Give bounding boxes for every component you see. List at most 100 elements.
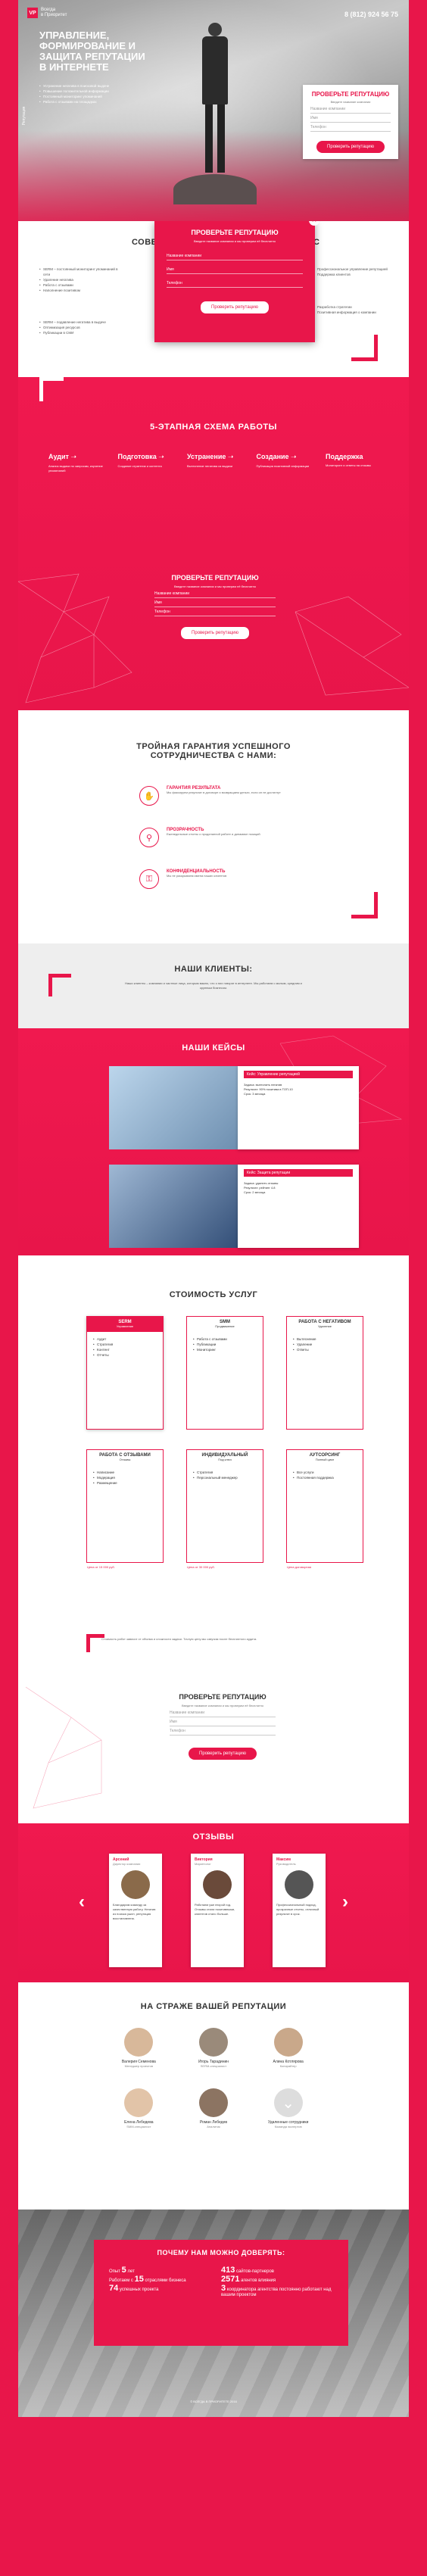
guarantee-title-line-1: ТРОЙНАЯ ГАРАНТИЯ УСПЕШНОГО bbox=[136, 742, 291, 751]
form3-name-input[interactable]: Имя bbox=[170, 1717, 276, 1726]
review-card: Арсений Директор компании Благодарим ком… bbox=[109, 1854, 162, 1967]
pricing-card[interactable]: АУТСОРСИНГ Полный цикл Все услуги Постоя… bbox=[286, 1449, 363, 1569]
scheme-submit-button[interactable]: Проверить репутацию bbox=[180, 626, 250, 640]
sovet-item: SERM – подавление негатива в выдаче bbox=[39, 320, 119, 325]
review-text: Профессиональный подход, прозрачные отче… bbox=[276, 1903, 319, 1916]
clients-text: Наши клиенты – компании и частные лица, … bbox=[125, 981, 302, 990]
why-pre: Работаем с bbox=[109, 2278, 133, 2283]
pricing-grid: SERM Управление Аудит Стратегия Контент … bbox=[86, 1316, 363, 1569]
corner-accent bbox=[374, 335, 378, 360]
pricing-card[interactable]: РАБОТА С НЕГАТИВОМ Удаление Вытеснение У… bbox=[286, 1316, 363, 1430]
step-name: Подготовка bbox=[117, 453, 157, 460]
step-text: Анализ выдачи по запросам, изучение упом… bbox=[48, 464, 103, 472]
reviews-prev-button[interactable]: ‹ bbox=[79, 1891, 85, 1913]
form3-phone-input[interactable]: Телефон bbox=[170, 1726, 276, 1736]
form3: ПРОВЕРЬТЕ РЕПУТАЦИЮ Введите название ком… bbox=[170, 1693, 276, 1760]
chevron-down-icon: ⌄ bbox=[273, 2088, 303, 2117]
case-image bbox=[109, 1066, 238, 1149]
plan-item: Модерация bbox=[93, 1475, 157, 1480]
corner-accent bbox=[48, 974, 71, 978]
pricing-card[interactable]: SERM Управление Аудит Стратегия Контент … bbox=[86, 1316, 164, 1430]
sovet-item: Работа с отзывами bbox=[39, 282, 119, 288]
modal-close-icon[interactable]: × bbox=[309, 221, 319, 226]
review-card: Максим Руководитель Профессиональный под… bbox=[273, 1854, 326, 1967]
sovet-item: Публикации в СМИ bbox=[39, 330, 119, 335]
pricing-card[interactable]: РАБОТА С ОТЗЫВАМИ Отзывы Написание Модер… bbox=[86, 1449, 164, 1569]
pricing-card[interactable]: SMM Продвижение Работа с отзывами Публик… bbox=[186, 1316, 263, 1430]
step-arrow-icon: Устранение ➝ bbox=[187, 453, 234, 460]
scheme-step: Поддержка Мониторинг и ответы на отзывы bbox=[326, 453, 386, 473]
hero-title: УПРАВЛЕНИЕ, ФОРМИРОВАНИЕ И ЗАЩИТА РЕПУТА… bbox=[39, 30, 145, 73]
case-card: Кейс: Защита репутации Задача: удалить о… bbox=[109, 1165, 359, 1248]
modal-submit-button[interactable]: Проверить репутацию bbox=[200, 301, 270, 314]
sovet-item: Профессиональное управление репутацией bbox=[313, 267, 393, 272]
why-text: успешных проекта bbox=[119, 2288, 159, 2292]
hero-section: VP Всегда в Приоритет 8 (812) 924 56 75 … bbox=[18, 0, 409, 221]
corner-accent bbox=[374, 892, 378, 918]
corner-accent bbox=[39, 377, 64, 381]
step-text: Публикация позитивной информации bbox=[256, 464, 310, 468]
form-section: ПРОВЕРЬТЕ РЕПУТАЦИЮ Введите название ком… bbox=[18, 1672, 409, 1823]
scheme-step: Аудит ➝ Анализ выдачи по запросам, изуче… bbox=[48, 453, 109, 473]
sovet-col-2: SERM – подавление негатива в выдаче Опти… bbox=[39, 320, 119, 335]
avatar bbox=[285, 1870, 313, 1899]
modal-title: ПРОВЕРЬТЕ РЕПУТАЦИЮ bbox=[191, 229, 279, 236]
reviews-next-button[interactable]: › bbox=[342, 1891, 348, 1913]
sovet-item: Разработка стратегии bbox=[313, 304, 393, 310]
logo-icon: VP bbox=[27, 8, 38, 18]
scheme-name-input[interactable]: Имя bbox=[154, 598, 276, 607]
logo[interactable]: VP Всегда в Приоритет bbox=[27, 8, 67, 18]
modal-company-input[interactable]: Название компании bbox=[167, 251, 303, 260]
scheme-company-input[interactable]: Название компании bbox=[154, 589, 276, 598]
why-left: Опыт 5 лет Работаем с 15 отраслями бизне… bbox=[109, 2266, 210, 2297]
modal-phone-input[interactable]: Телефон bbox=[167, 279, 303, 288]
team-member: Роман Лебедев Аналитик bbox=[176, 2088, 251, 2129]
scheme-step: Создание ➝ Публикация позитивной информа… bbox=[257, 453, 317, 473]
sovet-item: Оптимизация ресурсов bbox=[39, 325, 119, 330]
phone-number[interactable]: 8 (812) 924 56 75 bbox=[344, 11, 398, 18]
hero-submit-button[interactable]: Проверить репутацию bbox=[316, 141, 385, 153]
step-name: Создание bbox=[256, 453, 289, 460]
scheme-form: ПРОВЕРЬТЕ РЕПУТАЦИЮ Введите название ком… bbox=[154, 574, 276, 640]
reviews-title: ОТЗЫВЫ bbox=[192, 1832, 235, 1842]
plan-price: Цена договорная bbox=[287, 1565, 312, 1569]
footer: © ВСЕГДА В ПРИОРИТЕТЕ 2016 bbox=[18, 2393, 409, 2406]
scheme-step: Подготовка ➝ Создание стратегии и контен… bbox=[118, 453, 179, 473]
sovet-col-1: SERM – постоянный мониторинг упоминаний … bbox=[39, 267, 119, 293]
plan-item: Стратегия bbox=[93, 1342, 157, 1347]
why-number: 5 bbox=[121, 2266, 126, 2275]
scheme-steps: Аудит ➝ Анализ выдачи по запросам, изуче… bbox=[48, 453, 386, 473]
sovet-item: Наполнение позитивом bbox=[39, 288, 119, 293]
plan-item: Персональный менеджер bbox=[193, 1475, 257, 1480]
form3-submit-button[interactable]: Проверить репутацию bbox=[189, 1748, 257, 1760]
modal-dialog: × ПРОВЕРЬТЕ РЕПУТАЦИЮ Введите название к… bbox=[154, 221, 319, 342]
clients-title: НАШИ КЛИЕНТЫ: bbox=[174, 965, 253, 974]
form3-title: ПРОВЕРЬТЕ РЕПУТАЦИЮ bbox=[179, 1693, 266, 1701]
pricing-card[interactable]: ИНДИВИДУАЛЬНЫЙ Под ключ Стратегия Персон… bbox=[186, 1449, 263, 1569]
member-role: SERM-специалист bbox=[200, 2064, 227, 2068]
avatar bbox=[273, 2028, 303, 2057]
case-head: Кейс: Защита репутации bbox=[244, 1169, 353, 1177]
team-member: Алина Котлярова Копирайтер bbox=[251, 2028, 326, 2069]
company-input[interactable]: Название компании bbox=[310, 104, 391, 114]
name-input[interactable]: Имя bbox=[310, 114, 391, 123]
why-text: сайтов-партнеров bbox=[236, 2269, 274, 2274]
hero-bullet: Устранение негатива в поисковой выдаче bbox=[39, 83, 130, 89]
reviews-section: ОТЗЫВЫ ‹ › Арсений Директор компании Бла… bbox=[18, 1823, 409, 1982]
why-number: 3 bbox=[221, 2284, 226, 2293]
why-text: лет bbox=[127, 2269, 135, 2274]
hero-bullet: Повышение положительной информации bbox=[39, 89, 130, 94]
plan-item: Публикации bbox=[193, 1342, 257, 1347]
scheme-phone-input[interactable]: Телефон bbox=[154, 607, 276, 616]
phone-input[interactable]: Телефон bbox=[310, 123, 391, 132]
team-member: ⌄ Удаленные сотрудники Команда экспертов bbox=[251, 2088, 326, 2129]
sovet-item: Поддержка клиентов bbox=[313, 272, 393, 277]
plan-sub: Полный цикл bbox=[315, 1458, 335, 1461]
avatar bbox=[121, 1870, 150, 1899]
step-arrow-icon: Создание ➝ bbox=[256, 453, 297, 460]
why-panel: ПОЧЕМУ НАМ МОЖНО ДОВЕРЯТЬ: Опыт 5 лет Ра… bbox=[94, 2240, 348, 2346]
form3-company-input[interactable]: Название компании bbox=[170, 1708, 276, 1717]
modal-name-input[interactable]: Имя bbox=[167, 265, 303, 274]
scheme-title: 5-ЭТАПНАЯ СХЕМА РАБОТЫ bbox=[150, 423, 277, 432]
brand-line-1: Всегда bbox=[41, 8, 56, 12]
